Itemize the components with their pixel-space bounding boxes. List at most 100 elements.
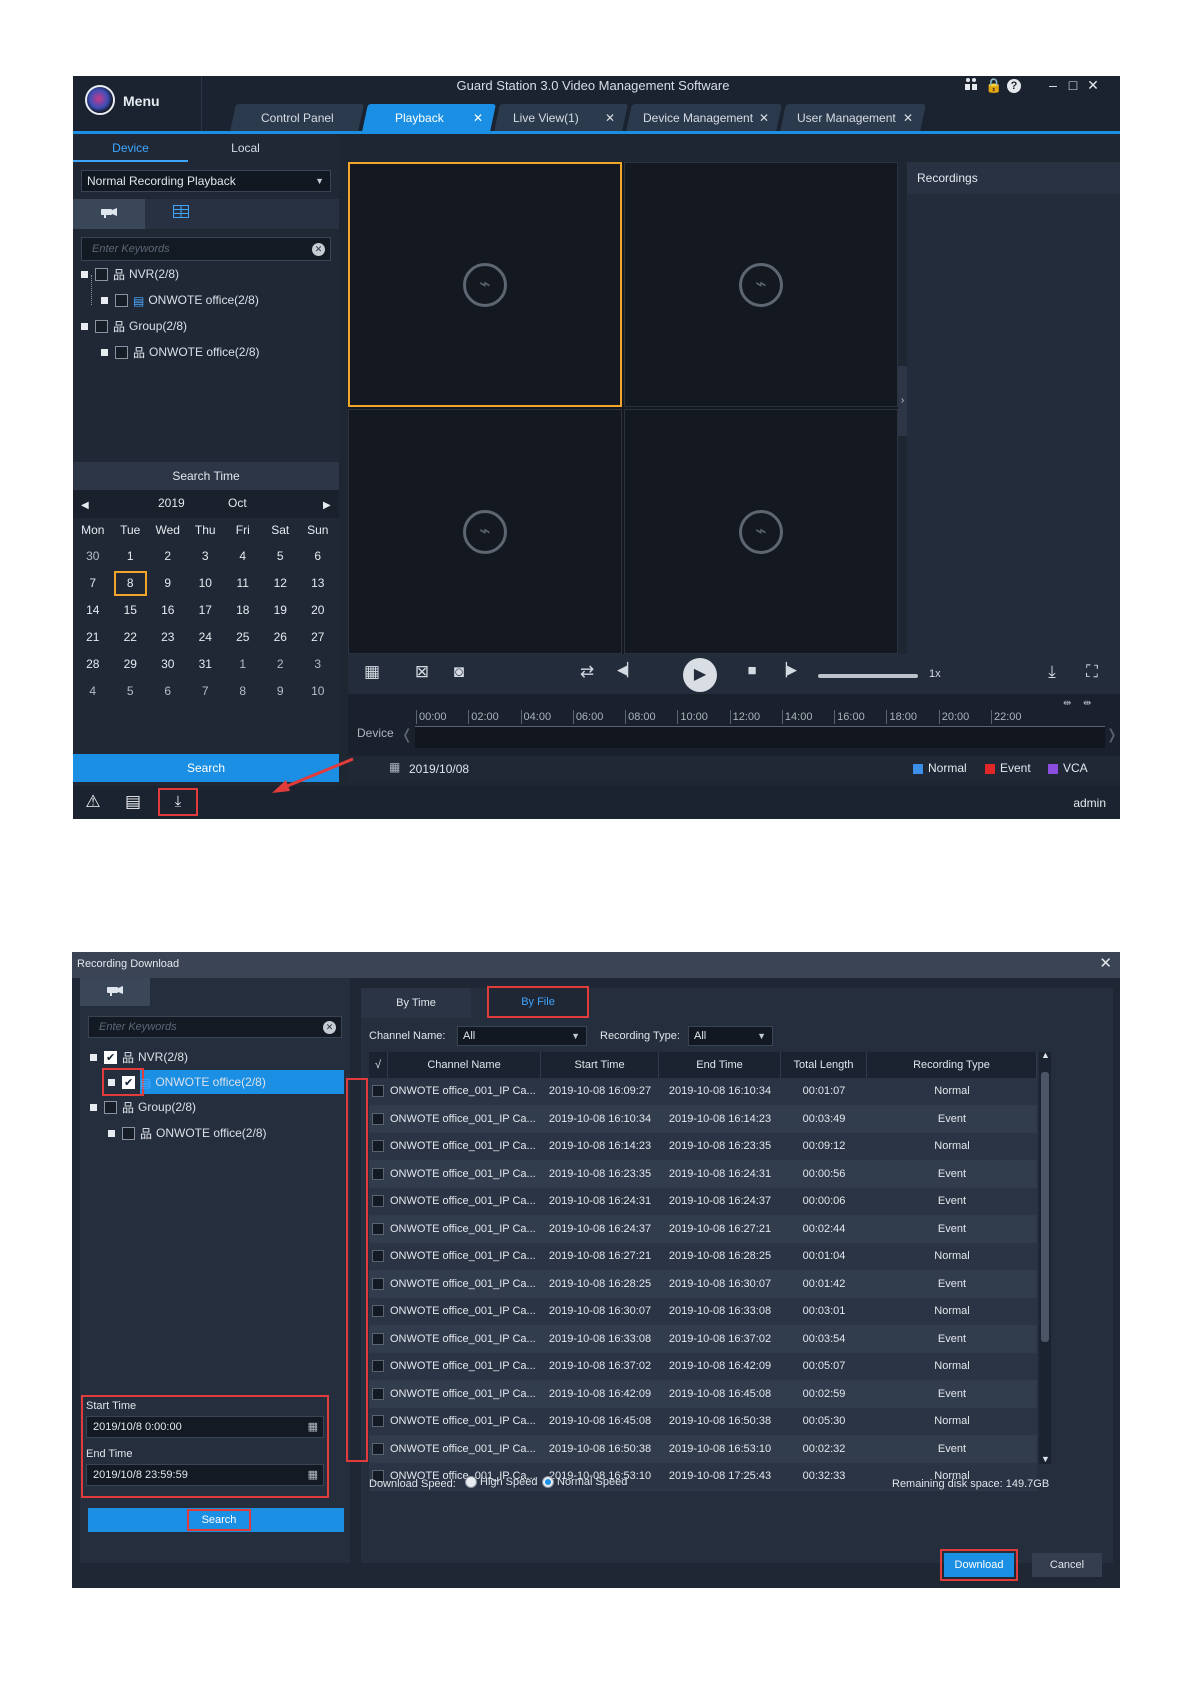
column-header[interactable]: End Time [659,1052,781,1078]
table-row[interactable]: ONWOTE office_001_IP Ca... 2019-10-08 16:… [369,1160,1037,1188]
calendar-month[interactable]: Oct [228,496,247,510]
cancel-button[interactable]: Cancel [1032,1553,1102,1577]
scroll-down-icon[interactable]: ▼ [1041,1454,1050,1464]
column-header[interactable]: Channel Name [388,1052,541,1078]
prev-frame-icon[interactable]: ◀▏ [613,662,641,678]
tab-control-panel[interactable]: Control Panel [230,104,364,132]
table-row[interactable]: ONWOTE office_001_IP Ca... 2019-10-08 16:… [369,1298,1037,1326]
tree-checkbox[interactable] [104,1047,117,1069]
table-row[interactable]: ONWOTE office_001_IP Ca... 2019-10-08 16:… [369,1270,1037,1298]
zoom-in-icon[interactable]: ⇹ [1063,698,1071,709]
calendar-day[interactable]: 7 [187,677,225,706]
calendar-day[interactable]: 6 [149,677,187,706]
calendar-day[interactable]: 1 [224,650,262,679]
calendar-day[interactable]: 2 [149,542,187,571]
calendar-day[interactable]: 12 [262,569,300,598]
calendar-day[interactable]: 10 [299,677,337,706]
video-pane[interactable]: ⌁ [348,409,622,654]
alarm-icon[interactable]: ⚠ [81,792,105,814]
radio-button[interactable] [465,1476,477,1489]
camera-view-icon[interactable] [80,978,150,1006]
expand-icon[interactable] [81,271,88,279]
panel-toggle-icon[interactable]: › [898,366,907,436]
channel-name-select[interactable]: All ▼ [457,1026,587,1046]
minimize-icon[interactable]: – [1045,77,1061,93]
camera-view-icon[interactable] [73,199,145,229]
calendar-day[interactable]: 19 [262,596,300,625]
calendar-day[interactable]: 5 [262,542,300,571]
tree-item[interactable]: 品NVR(2/8) [90,1046,188,1069]
calendar-day[interactable]: 4 [224,542,262,571]
calendar-day[interactable]: 15 [112,596,150,625]
calendar-day[interactable]: 18 [224,596,262,625]
subtab-device[interactable]: Device [73,134,188,162]
column-header[interactable]: Start Time [541,1052,659,1078]
row-checkbox[interactable] [372,1442,384,1455]
calendar-day[interactable]: 29 [112,650,150,679]
tab-close-icon[interactable]: ✕ [473,104,483,132]
prev-month-icon[interactable]: ◀ [81,500,89,511]
lock-icon[interactable]: 🔒 [985,77,1002,94]
grid-view-icon[interactable] [145,199,217,229]
calendar-day[interactable]: 30 [74,542,112,571]
search-input[interactable]: Enter Keywords ✕ [88,1016,342,1038]
table-row[interactable]: ONWOTE office_001_IP Ca... 2019-10-08 16:… [369,1078,1037,1106]
tree-checkbox[interactable] [115,346,128,360]
close-icon[interactable]: ✕ [1099,954,1112,972]
video-pane[interactable]: ⌁ [348,162,622,407]
download-icon[interactable]: ⤓ [1038,662,1066,682]
row-checkbox[interactable] [372,1112,384,1125]
menu-logo-icon[interactable] [85,85,115,115]
tab-device-management[interactable]: Device Management ✕ [626,104,782,132]
row-checkbox[interactable] [372,1277,384,1290]
user-switch-icon[interactable] [963,77,979,94]
timeline-next-icon[interactable]: ❭ [1106,726,1118,743]
recording-download-icon[interactable]: ⤓ [158,788,198,816]
tree-item[interactable]: 品 Group(2/8) [81,315,187,337]
table-row[interactable]: ONWOTE office_001_IP Ca... 2019-10-08 16:… [369,1243,1037,1271]
table-row[interactable]: ONWOTE office_001_IP Ca... 2019-10-08 16:… [369,1435,1037,1463]
tree-item[interactable]: ▤ONWOTE office(2/8) [101,289,259,311]
tab-by-time[interactable]: By Time [361,988,471,1018]
expand-icon[interactable] [108,1130,115,1138]
table-row[interactable]: ONWOTE office_001_IP Ca... 2019-10-08 16:… [369,1105,1037,1133]
expand-icon[interactable] [90,1054,97,1062]
high-speed-option[interactable]: High Speed [465,1476,538,1489]
maximize-icon[interactable]: □ [1065,77,1081,93]
calendar-icon[interactable]: ▦ [308,1465,318,1485]
help-icon[interactable]: ? [1007,79,1021,93]
zoom-out-icon[interactable]: ⇹ [1083,698,1091,709]
tab-user-management[interactable]: User Management ✕ [780,104,926,132]
table-row[interactable]: ONWOTE office_001_IP Ca... 2019-10-08 16:… [369,1188,1037,1216]
clear-icon[interactable]: ✕ [323,1021,336,1034]
snapshot-icon[interactable]: ◙ [445,662,473,682]
row-checkbox[interactable] [372,1360,384,1373]
column-header[interactable]: Total Length [781,1052,867,1078]
calendar-day[interactable]: 30 [149,650,187,679]
sync-icon[interactable]: ⇄ [573,662,601,682]
video-pane[interactable]: ⌁ [624,409,898,654]
table-row[interactable]: ONWOTE office_001_IP Ca... 2019-10-08 16:… [369,1380,1037,1408]
play-icon[interactable]: ▶ [683,658,717,692]
row-checkbox[interactable] [372,1415,384,1428]
expand-icon[interactable] [90,1104,97,1112]
timeline-track[interactable] [415,726,1105,748]
table-row[interactable]: ONWOTE office_001_IP Ca... 2019-10-08 16:… [369,1408,1037,1436]
calendar-day[interactable]: 6 [299,542,337,571]
table-row[interactable]: ONWOTE office_001_IP Ca... 2019-10-08 16:… [369,1353,1037,1381]
calendar-year[interactable]: 2019 [158,496,185,510]
calendar-day[interactable]: 3 [299,650,337,679]
layout-grid-icon[interactable]: ▦ [358,662,386,682]
row-checkbox[interactable] [372,1250,384,1263]
calendar-day[interactable]: 27 [299,623,337,652]
tab-live-view[interactable]: Live View(1) ✕ [494,104,628,132]
radio-button[interactable] [542,1476,554,1489]
calendar-day[interactable]: 3 [187,542,225,571]
log-icon[interactable]: ▤ [121,792,145,814]
tree-checkbox[interactable] [95,268,108,282]
calendar-day[interactable]: 7 [74,569,112,598]
search-input[interactable]: Enter Keywords ✕ [81,237,331,261]
calendar-day[interactable]: 16 [149,596,187,625]
calendar-day[interactable]: 11 [224,569,262,598]
tree-item[interactable]: ▤ONWOTE office(2/8) [108,1071,266,1094]
